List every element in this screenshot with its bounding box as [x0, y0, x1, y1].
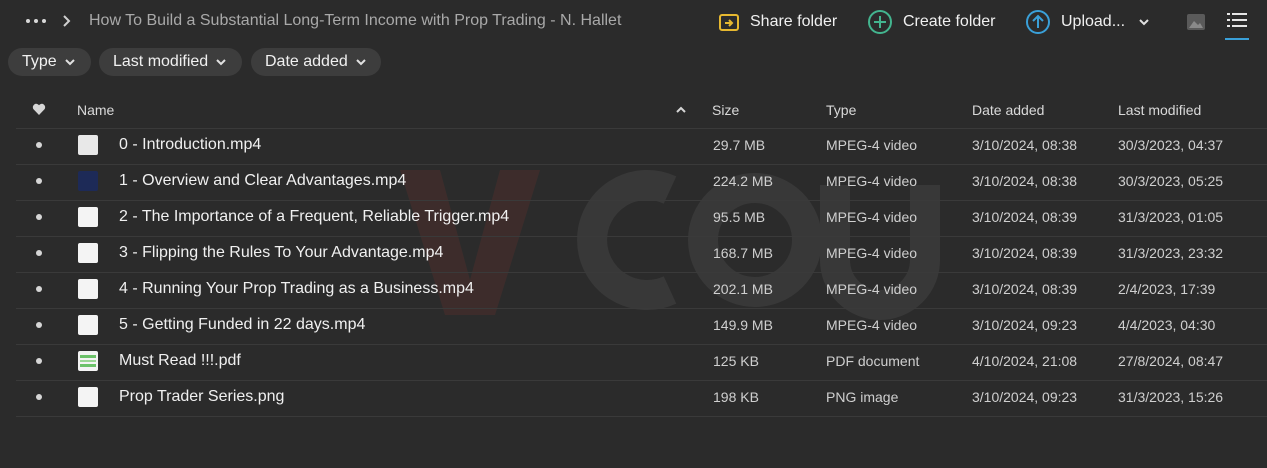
row-status-dot — [36, 322, 42, 328]
table-row[interactable]: 4 - Running Your Prop Trading as a Busin… — [16, 272, 1267, 309]
list-view-button[interactable] — [1225, 10, 1249, 40]
file-size: 29.7 MB — [713, 137, 766, 153]
active-view-indicator — [1225, 38, 1249, 40]
file-last-modified: 31/3/2023, 15:26 — [1118, 389, 1224, 405]
sort-ascending-icon[interactable] — [675, 105, 687, 115]
file-type: PNG image — [826, 389, 899, 405]
column-header-size[interactable]: Size — [712, 102, 739, 118]
create-folder-icon — [868, 10, 892, 34]
file-date-added: 3/10/2024, 09:23 — [972, 389, 1078, 405]
upload-label: Upload... — [1061, 13, 1126, 30]
file-name: 4 - Running Your Prop Trading as a Busin… — [119, 280, 474, 297]
table-row[interactable]: 2 - The Importance of a Frequent, Reliab… — [16, 200, 1267, 237]
filter-type-dropdown[interactable]: Type — [8, 48, 91, 76]
file-size: 224.2 MB — [713, 173, 773, 189]
video-thumbnail-icon — [78, 279, 98, 299]
table-row[interactable]: Prop Trader Series.png 198 KB PNG image … — [16, 380, 1267, 417]
file-size: 149.9 MB — [713, 317, 773, 333]
file-last-modified: 27/8/2024, 08:47 — [1118, 353, 1224, 369]
chevron-right-icon — [63, 15, 71, 27]
file-last-modified: 30/3/2023, 04:37 — [1118, 137, 1224, 153]
file-type: MPEG-4 video — [826, 137, 918, 153]
table-row[interactable]: Must Read !!!.pdf 125 KB PDF document 4/… — [16, 344, 1267, 381]
file-type: PDF document — [826, 353, 920, 369]
row-status-dot — [36, 178, 42, 184]
file-name: Prop Trader Series.png — [119, 388, 285, 405]
chevron-down-icon — [216, 59, 226, 66]
column-header-last-modified[interactable]: Last modified — [1118, 102, 1201, 118]
upload-icon — [1026, 10, 1050, 34]
column-header-name[interactable]: Name — [77, 102, 114, 118]
file-size: 125 KB — [713, 353, 759, 369]
file-type: MPEG-4 video — [826, 209, 918, 225]
create-folder-label: Create folder — [903, 13, 996, 30]
file-name: 5 - Getting Funded in 22 days.mp4 — [119, 316, 366, 333]
file-type: MPEG-4 video — [826, 173, 918, 189]
table-row[interactable]: 3 - Flipping the Rules To Your Advantage… — [16, 236, 1267, 273]
row-status-dot — [36, 250, 42, 256]
row-status-dot — [36, 286, 42, 292]
file-last-modified: 31/3/2023, 23:32 — [1118, 245, 1224, 261]
pdf-thumbnail-icon — [78, 351, 98, 371]
file-name: 0 - Introduction.mp4 — [119, 136, 262, 153]
table-header: Name Size Type Date added Last modified — [16, 92, 1267, 129]
file-date-added: 4/10/2024, 21:08 — [972, 353, 1078, 369]
file-last-modified: 2/4/2023, 17:39 — [1118, 281, 1216, 297]
file-type: MPEG-4 video — [826, 317, 918, 333]
file-last-modified: 30/3/2023, 05:25 — [1118, 173, 1224, 189]
table-row[interactable]: 1 - Overview and Clear Advantages.mp4 22… — [16, 164, 1267, 201]
create-folder-button[interactable]: Create folder — [867, 8, 996, 36]
file-date-added: 3/10/2024, 08:38 — [972, 173, 1078, 189]
filter-last-modified-dropdown[interactable]: Last modified — [99, 48, 242, 76]
file-size: 95.5 MB — [713, 209, 766, 225]
file-size: 168.7 MB — [713, 245, 773, 261]
filter-type-label: Type — [22, 53, 57, 70]
file-size: 202.1 MB — [713, 281, 773, 297]
video-thumbnail-icon — [78, 243, 98, 263]
video-thumbnail-icon — [78, 315, 98, 335]
row-status-dot — [36, 214, 42, 220]
file-name: 3 - Flipping the Rules To Your Advantage… — [119, 244, 444, 261]
file-last-modified: 4/4/2023, 04:30 — [1118, 317, 1216, 333]
list-view-icon — [1227, 13, 1247, 27]
file-date-added: 3/10/2024, 08:38 — [972, 137, 1078, 153]
file-name: 2 - The Importance of a Frequent, Reliab… — [119, 208, 510, 225]
filter-date-added-dropdown[interactable]: Date added — [251, 48, 381, 76]
file-type: MPEG-4 video — [826, 281, 918, 297]
file-date-added: 3/10/2024, 08:39 — [972, 245, 1078, 261]
video-thumbnail-icon — [78, 207, 98, 227]
image-thumbnail-icon — [78, 387, 98, 407]
more-options-button[interactable] — [24, 13, 48, 29]
file-date-added: 3/10/2024, 08:39 — [972, 281, 1078, 297]
file-name: Must Read !!!.pdf — [119, 352, 241, 369]
table-row[interactable]: 5 - Getting Funded in 22 days.mp4 149.9 … — [16, 308, 1267, 345]
chevron-down-icon — [64, 59, 75, 66]
file-last-modified: 31/3/2023, 01:05 — [1118, 209, 1224, 225]
upload-button[interactable]: Upload... — [1025, 8, 1149, 36]
row-status-dot — [36, 142, 42, 148]
row-status-dot — [36, 394, 42, 400]
file-name: 1 - Overview and Clear Advantages.mp4 — [119, 172, 407, 189]
share-folder-button[interactable]: Share folder — [718, 8, 837, 36]
row-status-dot — [36, 358, 42, 364]
column-header-date-added[interactable]: Date added — [972, 102, 1044, 118]
column-header-type[interactable]: Type — [826, 102, 856, 118]
share-folder-icon — [719, 14, 739, 31]
video-thumbnail-icon — [78, 135, 98, 155]
table-row[interactable]: 0 - Introduction.mp4 29.7 MB MPEG-4 vide… — [16, 128, 1267, 165]
video-thumbnail-icon — [78, 171, 98, 191]
filter-date-added-label: Date added — [265, 53, 348, 70]
file-type: MPEG-4 video — [826, 245, 918, 261]
breadcrumb-current-folder[interactable]: How To Build a Substantial Long-Term Inc… — [89, 12, 621, 30]
image-view-icon[interactable] — [1186, 13, 1206, 31]
chevron-down-icon — [1139, 19, 1149, 26]
file-size: 198 KB — [713, 389, 759, 405]
file-date-added: 3/10/2024, 09:23 — [972, 317, 1078, 333]
file-date-added: 3/10/2024, 08:39 — [972, 209, 1078, 225]
heart-icon[interactable] — [32, 102, 46, 116]
toolbar: How To Build a Substantial Long-Term Inc… — [0, 0, 1267, 42]
share-folder-label: Share folder — [750, 13, 838, 30]
chevron-down-icon — [356, 59, 366, 66]
filter-last-modified-label: Last modified — [113, 53, 209, 70]
